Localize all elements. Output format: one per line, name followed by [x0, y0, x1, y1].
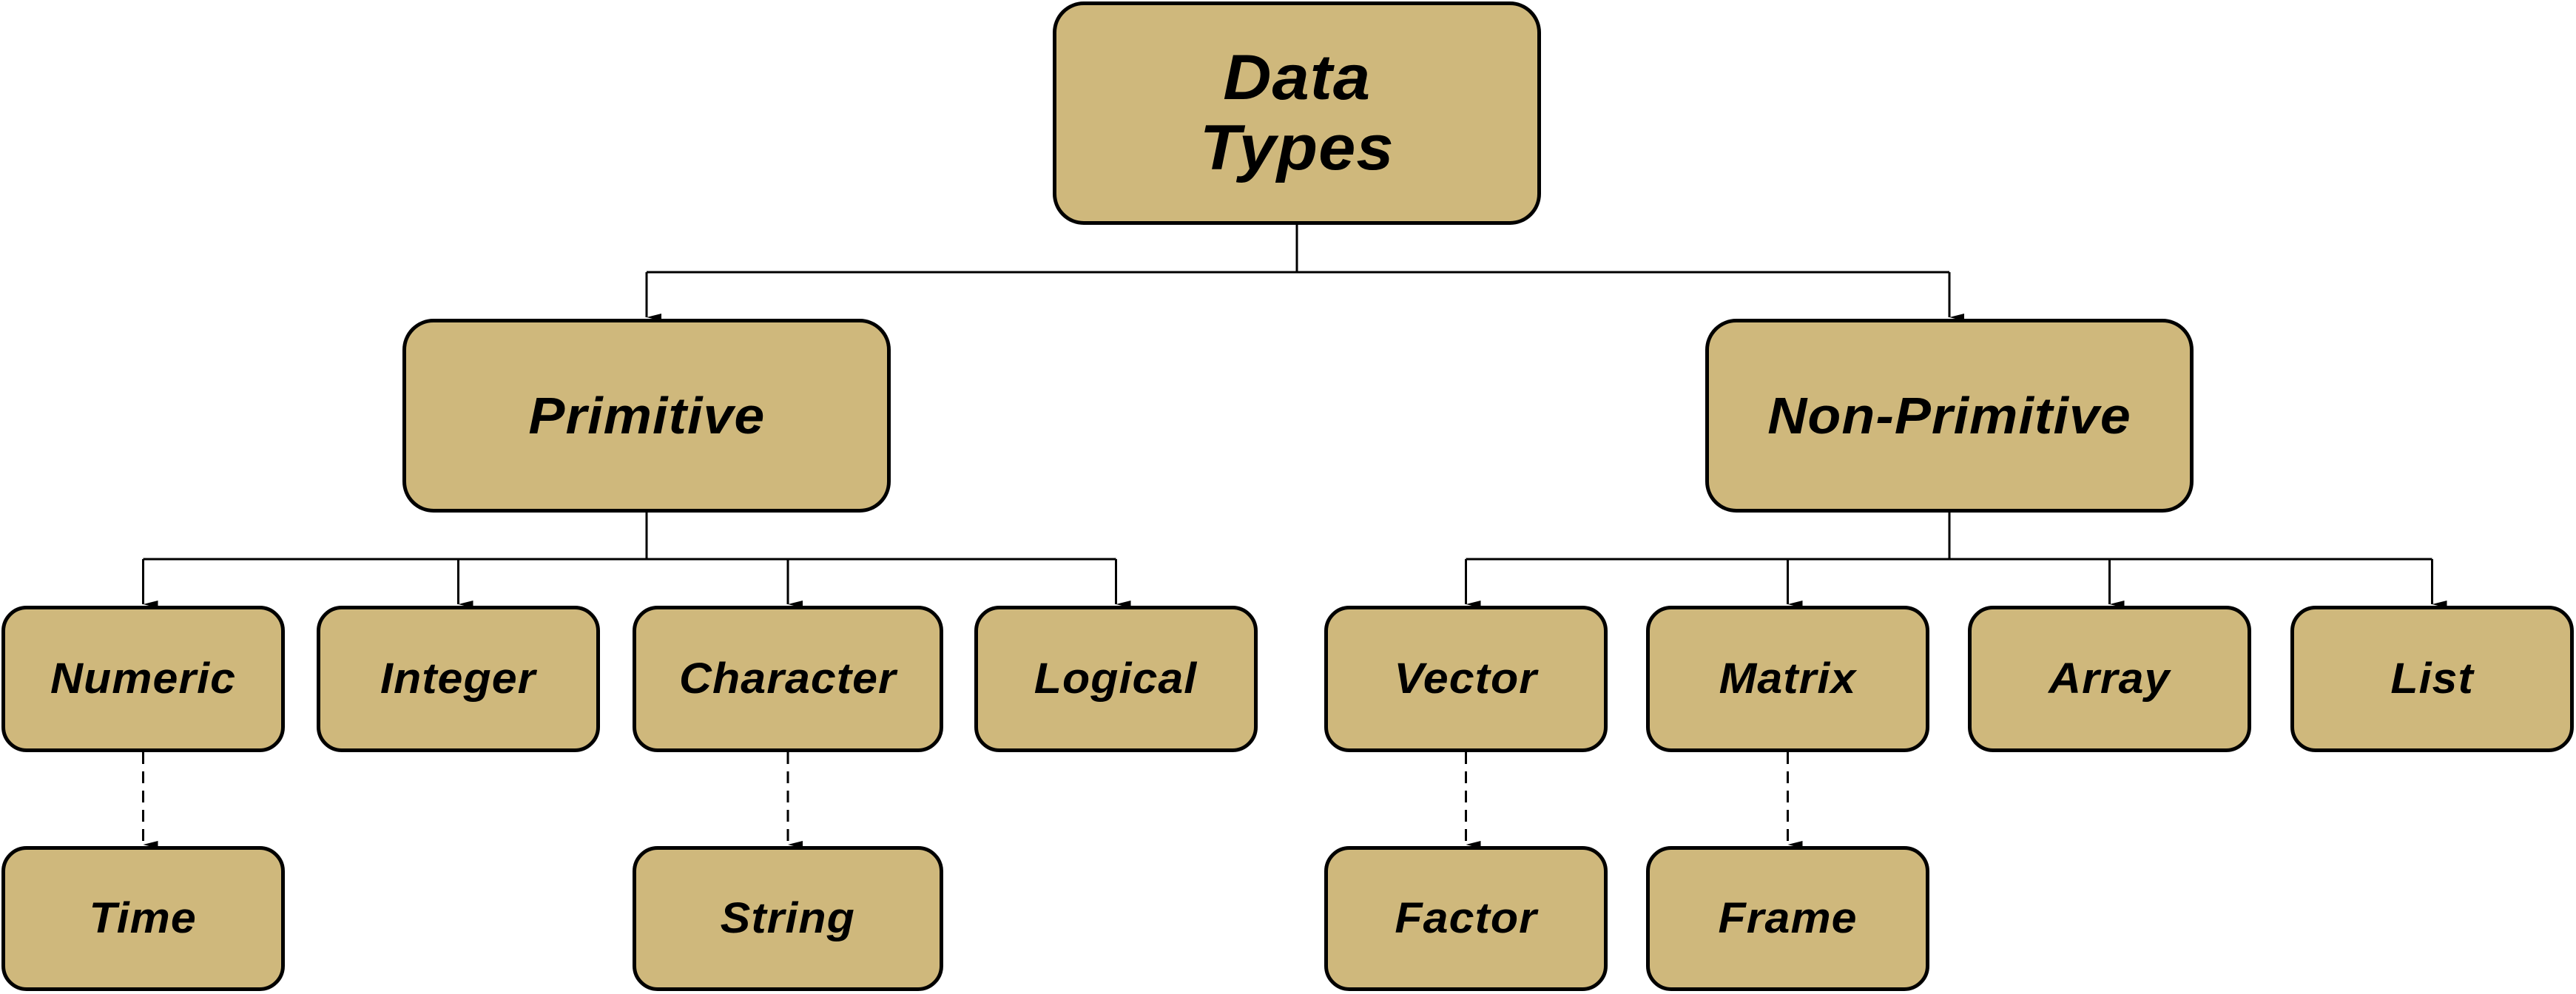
node-list: List	[2290, 606, 2574, 752]
node-primitive: Primitive	[402, 319, 891, 513]
node-label-string: String	[720, 894, 856, 943]
node-label-matrix: Matrix	[1719, 655, 1857, 703]
node-string: String	[633, 846, 943, 991]
node-time: Time	[1, 846, 285, 991]
node-label-vector: Vector	[1394, 655, 1538, 703]
node-label-non-primitive: Non-Primitive	[1767, 386, 2131, 444]
node-label-frame: Frame	[1718, 894, 1858, 943]
node-label-data-types: Data Types	[1199, 42, 1395, 183]
node-integer: Integer	[317, 606, 600, 752]
node-label-numeric: Numeric	[50, 655, 237, 703]
node-numeric: Numeric	[1, 606, 285, 752]
node-label-time: Time	[89, 894, 198, 943]
node-array: Array	[1968, 606, 2251, 752]
node-vector: Vector	[1324, 606, 1608, 752]
node-label-primitive: Primitive	[528, 386, 765, 444]
node-matrix: Matrix	[1646, 606, 1929, 752]
node-character: Character	[633, 606, 943, 752]
node-data-types: Data Types	[1053, 1, 1541, 225]
node-label-character: Character	[679, 655, 897, 703]
node-frame: Frame	[1646, 846, 1929, 991]
node-non-primitive: Non-Primitive	[1705, 319, 2194, 513]
node-label-list: List	[2390, 655, 2474, 703]
node-label-integer: Integer	[380, 655, 536, 703]
node-label-logical: Logical	[1034, 655, 1198, 703]
node-label-array: Array	[2049, 655, 2171, 703]
node-label-factor: Factor	[1395, 894, 1537, 943]
node-logical: Logical	[974, 606, 1258, 752]
node-factor: Factor	[1324, 846, 1608, 991]
